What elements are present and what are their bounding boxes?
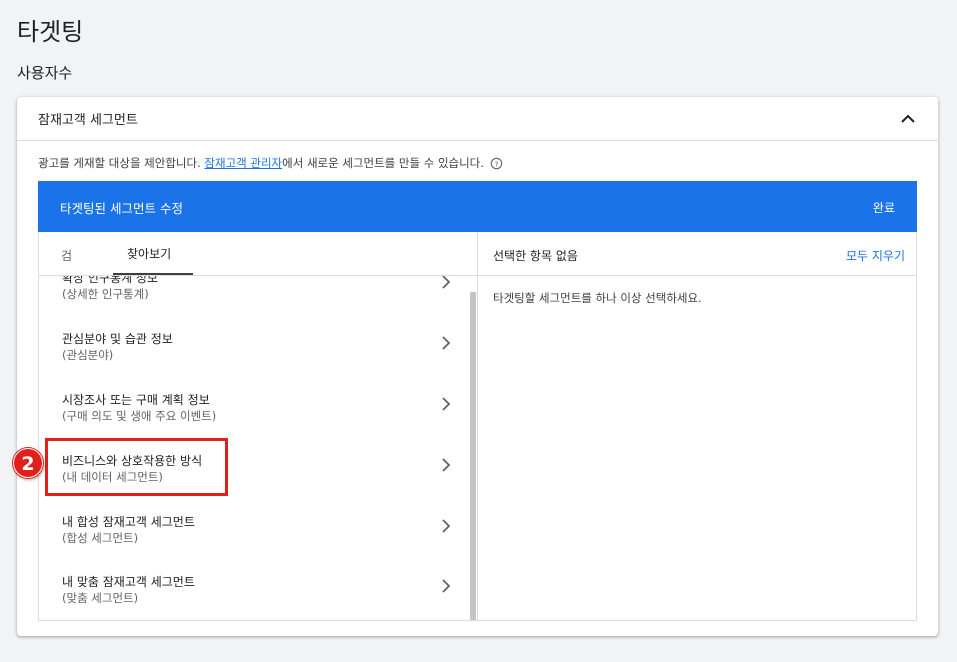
empty-state-message: 타겟팅할 세그먼트를 하나 이상 선택하세요.	[493, 291, 702, 305]
list-item[interactable]: 내 맞춤 잠재고객 세그먼트 (맞춤 세그먼트)	[39, 558, 471, 619]
editor-title: 타겟팅된 세그먼트 수정	[60, 201, 183, 216]
scrollbar[interactable]	[470, 292, 476, 620]
tab-browse[interactable]: 찾아보기	[127, 245, 171, 262]
highlight-box-business-interaction	[45, 438, 228, 496]
active-tab-indicator	[113, 273, 193, 275]
item-subtitle: (구매 의도 및 생애 주요 이벤트)	[62, 409, 217, 423]
collapse-button[interactable]	[898, 109, 918, 129]
item-title: 내 맞춤 잠재고객 세그먼트	[62, 575, 195, 589]
item-title: 관심분야 및 습관 정보	[62, 332, 173, 346]
step-badge-2: 2	[13, 448, 43, 478]
description-prefix: 광고를 게재할 대상을 제안합니다.	[38, 156, 205, 170]
browse-panel: 확장 인구통계 정보 (상세한 인구통계) 관심분야 및 습관 정보 (관심분야…	[39, 232, 478, 620]
browse-tabs: 검 찾아보기	[39, 232, 477, 276]
description-suffix: 에서 새로운 세그먼트를 만들 수 있습니다.	[282, 156, 484, 170]
done-button[interactable]: 완료	[873, 199, 895, 216]
page-title: 타겟팅	[17, 18, 84, 46]
item-title: 시장조사 또는 구매 계획 정보	[62, 393, 210, 407]
clear-all-button[interactable]: 모두 지우기	[846, 247, 905, 264]
selected-count-label: 선택한 항목 없음	[493, 249, 578, 263]
chevron-right-icon	[442, 397, 451, 411]
list-item[interactable]: 시장조사 또는 구매 계획 정보 (구매 의도 및 생애 주요 이벤트)	[39, 376, 471, 437]
chevron-up-icon	[901, 114, 915, 123]
chevron-right-icon	[442, 458, 451, 472]
editor-panels: 확장 인구통계 정보 (상세한 인구통계) 관심분야 및 습관 정보 (관심분야…	[38, 232, 917, 621]
item-subtitle: (합성 세그먼트)	[62, 531, 139, 545]
editor-header: 타겟팅된 세그먼트 수정 완료	[38, 181, 917, 232]
selected-header: 선택한 항목 없음 모두 지우기	[478, 232, 916, 276]
audience-manager-link[interactable]: 잠재고객 관리자	[204, 156, 282, 170]
card-header: 잠재고객 세그먼트	[17, 97, 938, 141]
chevron-right-icon	[442, 336, 451, 350]
audience-segments-card: 잠재고객 세그먼트 광고를 게재할 대상을 제안합니다. 잠재고객 관리자에서 …	[17, 97, 938, 636]
chevron-right-icon	[442, 519, 451, 533]
selected-panel: 선택한 항목 없음 모두 지우기 타겟팅할 세그먼트를 하나 이상 선택하세요.	[478, 232, 916, 620]
section-title: 사용자수	[17, 64, 73, 82]
item-subtitle: (상세한 인구통계)	[62, 287, 149, 301]
card-header-title: 잠재고객 세그먼트	[38, 113, 138, 128]
list-item[interactable]: 내 합성 잠재고객 세그먼트 (합성 세그먼트)	[39, 498, 471, 559]
description: 광고를 게재할 대상을 제안합니다. 잠재고객 관리자에서 새로운 세그먼트를 …	[38, 155, 503, 171]
scrollbar-thumb[interactable]	[470, 292, 476, 620]
chevron-right-icon	[442, 579, 451, 593]
item-title: 내 합성 잠재고객 세그먼트	[62, 515, 195, 529]
svg-text:?: ?	[494, 159, 498, 168]
item-subtitle: (관심분야)	[62, 348, 114, 362]
list-item[interactable]: 관심분야 및 습관 정보 (관심분야)	[39, 315, 471, 376]
help-circle-icon[interactable]: ?	[490, 157, 503, 170]
tab-search[interactable]: 검	[61, 247, 72, 264]
item-subtitle: (맞춤 세그먼트)	[62, 591, 139, 605]
